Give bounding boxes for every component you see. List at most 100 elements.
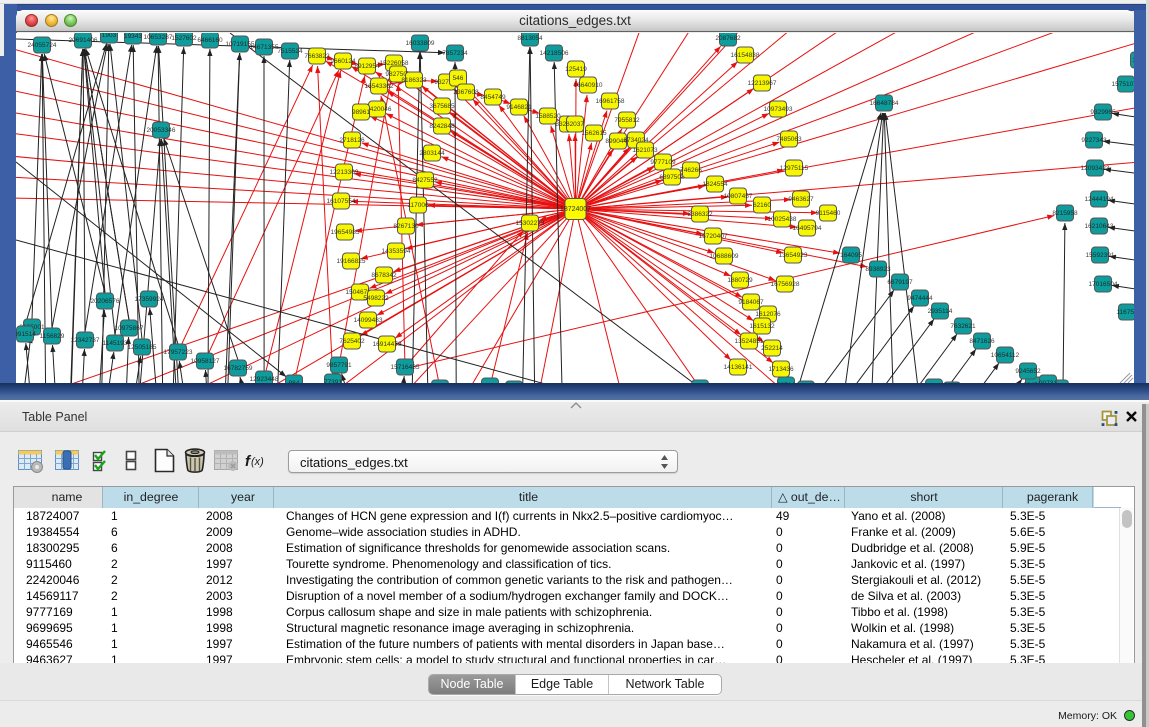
svg-text:7857234: 7857234 bbox=[442, 50, 468, 57]
svg-text:117006: 117006 bbox=[407, 202, 429, 209]
svg-text:10653287: 10653287 bbox=[144, 34, 173, 41]
svg-text:9857791: 9857791 bbox=[326, 362, 352, 369]
svg-text:15592391: 15592391 bbox=[1086, 252, 1115, 259]
svg-text:7625402: 7625402 bbox=[339, 338, 365, 345]
svg-text:9115460: 9115460 bbox=[816, 210, 841, 217]
svg-text:546: 546 bbox=[453, 75, 464, 82]
svg-text:125419: 125419 bbox=[565, 66, 587, 73]
svg-text:20206576: 20206576 bbox=[91, 298, 120, 305]
svg-text:12342737: 12342737 bbox=[71, 337, 100, 344]
svg-text:17016504: 17016504 bbox=[1089, 281, 1118, 288]
svg-text:1880729: 1880729 bbox=[727, 277, 753, 284]
svg-text:16782759: 16782759 bbox=[224, 365, 253, 372]
svg-text:12444194: 12444194 bbox=[1085, 196, 1114, 203]
svg-text:10807457: 10807457 bbox=[724, 193, 753, 200]
svg-text:16033809: 16033809 bbox=[406, 40, 435, 47]
svg-text:3675685: 3675685 bbox=[429, 103, 455, 110]
svg-text:20691406: 20691406 bbox=[69, 37, 98, 44]
svg-text:6897508: 6897508 bbox=[659, 174, 685, 181]
svg-text:16756928: 16756928 bbox=[771, 281, 800, 288]
svg-text:9146821: 9146821 bbox=[506, 104, 532, 111]
svg-text:9329965: 9329965 bbox=[1090, 109, 1116, 116]
svg-text:16640910: 16640910 bbox=[574, 82, 603, 89]
svg-text:9245652: 9245652 bbox=[1015, 368, 1041, 375]
svg-text:10958127: 10958127 bbox=[191, 358, 220, 365]
svg-text:1156829: 1156829 bbox=[40, 333, 65, 340]
svg-text:16961758: 16961758 bbox=[596, 98, 625, 105]
svg-text:12505185: 12505185 bbox=[128, 344, 157, 351]
svg-text:19654985: 19654985 bbox=[331, 229, 360, 236]
svg-text:62160: 62160 bbox=[753, 202, 771, 209]
svg-text:8813054: 8813054 bbox=[517, 35, 543, 42]
svg-text:1588520: 1588520 bbox=[535, 113, 561, 120]
svg-text:9777109: 9777109 bbox=[650, 159, 676, 166]
svg-text:2367608: 2367608 bbox=[453, 89, 479, 96]
svg-text:2386322: 2386322 bbox=[687, 211, 713, 218]
svg-text:10025438: 10025438 bbox=[768, 216, 797, 223]
svg-text:7485063: 7485063 bbox=[776, 136, 802, 143]
svg-text:116753: 116753 bbox=[1116, 309, 1134, 316]
svg-text:9184067: 9184067 bbox=[738, 299, 764, 306]
svg-text:14136141: 14136141 bbox=[724, 364, 753, 371]
svg-text:(x): (x) bbox=[251, 456, 264, 468]
svg-text:1824554: 1824554 bbox=[702, 181, 728, 188]
svg-text:17359924: 17359924 bbox=[135, 296, 164, 303]
svg-text:20053346: 20053346 bbox=[147, 127, 176, 134]
svg-text:1713436: 1713436 bbox=[768, 366, 794, 373]
svg-text:13524851: 13524851 bbox=[735, 338, 764, 345]
svg-text:16495794: 16495794 bbox=[793, 225, 822, 232]
svg-text:746266: 746266 bbox=[680, 167, 702, 174]
svg-text:8938923: 8938923 bbox=[865, 266, 891, 273]
svg-text:1615132: 1615132 bbox=[749, 323, 775, 330]
svg-text:10973493: 10973493 bbox=[764, 106, 793, 113]
svg-text:8267130: 8267130 bbox=[393, 223, 419, 230]
svg-text:18724007: 18724007 bbox=[560, 206, 591, 213]
svg-text:16648784: 16648784 bbox=[870, 100, 899, 107]
svg-text:14671355: 14671355 bbox=[250, 44, 279, 51]
svg-text:8678342: 8678342 bbox=[371, 272, 397, 279]
svg-text:9660124: 9660124 bbox=[330, 58, 356, 65]
svg-text:8215958: 8215958 bbox=[1052, 210, 1078, 217]
svg-text:14353594: 14353594 bbox=[382, 248, 411, 255]
svg-text:10975867: 10975867 bbox=[115, 325, 144, 332]
svg-text:19343: 19343 bbox=[124, 33, 142, 40]
svg-text:1527602: 1527602 bbox=[171, 35, 197, 42]
svg-text:16107554: 16107554 bbox=[327, 198, 356, 205]
svg-text:5498222: 5498222 bbox=[363, 295, 389, 302]
svg-text:2935114: 2935114 bbox=[928, 308, 953, 315]
svg-text:1562615: 1562615 bbox=[581, 130, 607, 137]
svg-text:15751074: 15751074 bbox=[1112, 81, 1134, 88]
svg-text:14099483: 14099483 bbox=[354, 317, 383, 324]
svg-text:1903: 1903 bbox=[102, 33, 117, 39]
svg-text:8186323: 8186323 bbox=[401, 77, 427, 84]
svg-text:7955812: 7955812 bbox=[614, 117, 640, 124]
svg-text:9227343: 9227343 bbox=[1081, 137, 1107, 144]
svg-text:16914479: 16914479 bbox=[373, 341, 402, 348]
svg-text:2718126: 2718126 bbox=[339, 137, 365, 144]
svg-text:1145193: 1145193 bbox=[103, 340, 128, 347]
svg-text:15720407: 15720407 bbox=[699, 233, 728, 240]
svg-text:252214: 252214 bbox=[761, 345, 783, 352]
svg-text:15716485: 15716485 bbox=[391, 364, 420, 371]
svg-text:6679197: 6679197 bbox=[887, 279, 913, 286]
svg-text:6466160: 6466160 bbox=[197, 37, 223, 44]
svg-text:164095: 164095 bbox=[840, 252, 862, 259]
svg-text:7663822: 7663822 bbox=[304, 53, 330, 60]
svg-text:991514: 991514 bbox=[16, 331, 36, 338]
svg-text:10688609: 10688609 bbox=[710, 253, 739, 260]
svg-text:17957223: 17957223 bbox=[164, 349, 193, 356]
svg-text:1612076: 1612076 bbox=[755, 311, 781, 318]
svg-text:2087682: 2087682 bbox=[715, 35, 741, 42]
svg-text:7515524: 7515524 bbox=[277, 48, 303, 55]
svg-text:12093423: 12093423 bbox=[1081, 165, 1110, 172]
svg-text:2803144: 2803144 bbox=[419, 150, 445, 157]
svg-text:12213967: 12213967 bbox=[748, 80, 777, 87]
svg-text:8471626: 8471626 bbox=[969, 338, 995, 345]
svg-text:8242848: 8242848 bbox=[429, 123, 455, 130]
svg-text:8454749: 8454749 bbox=[480, 94, 506, 101]
svg-text:82037: 82037 bbox=[566, 121, 584, 128]
svg-text:98961: 98961 bbox=[352, 109, 370, 116]
svg-text:16210643: 16210643 bbox=[1085, 223, 1114, 230]
svg-text:13654923: 13654923 bbox=[779, 252, 808, 259]
svg-text:12975115: 12975115 bbox=[780, 165, 809, 172]
